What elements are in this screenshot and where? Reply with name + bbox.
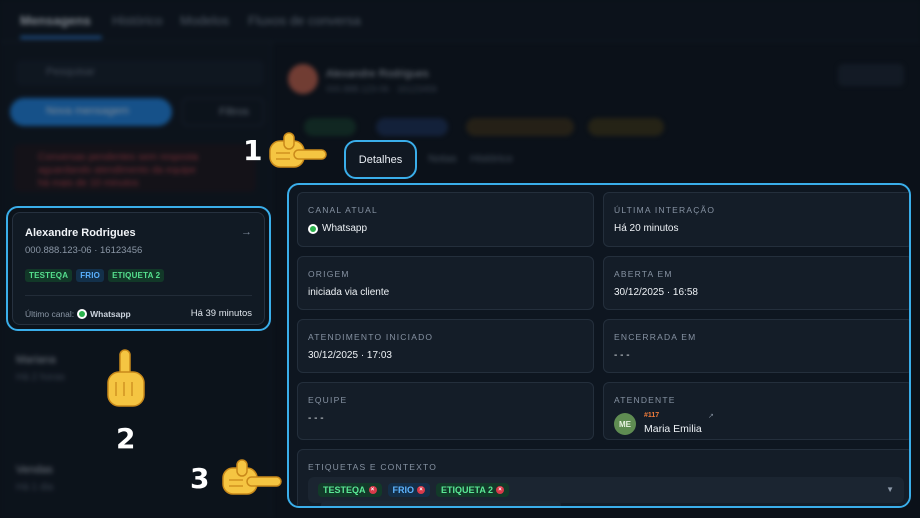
tab-historico[interactable]: Histórico	[112, 13, 163, 28]
contact-document: 000.888.123-06 · 16123456	[25, 245, 143, 256]
tag: TESTEQA ×	[318, 483, 382, 497]
arrow-right-icon[interactable]: →	[241, 226, 252, 238]
agent-id: #117	[644, 412, 660, 419]
whatsapp-icon	[77, 309, 88, 319]
field-encerrada-em: ENCERRADA EM - - -	[603, 319, 909, 373]
pointing-up-hand-icon	[107, 349, 145, 407]
whatsapp-icon	[308, 223, 318, 234]
tag: FRIO ×	[387, 483, 431, 497]
filter-button[interactable]: Filtros	[182, 98, 264, 126]
tag: TESTEQA	[25, 269, 73, 282]
tab-historico-conversa[interactable]: Histórico	[470, 153, 513, 165]
tag-list: TESTEQA FRIO ETIQUETA 2	[25, 269, 165, 282]
avatar: ME	[614, 413, 636, 435]
contact-name: Alexandre Rodrigues	[326, 68, 429, 80]
tag-list: TESTEQA × FRIO × ETIQUETA 2 ×	[318, 483, 510, 497]
pointing-hand-icon	[222, 459, 282, 495]
avatar	[288, 64, 318, 94]
field-origem: ORIGEM iniciada via cliente	[297, 256, 594, 310]
details-panel: CANAL ATUAL Whatsapp ÚLTIMA INTERAÇÃO Há…	[287, 183, 911, 508]
top-nav: Mensagens Histórico Modelos Fluxos de co…	[0, 0, 920, 42]
field-atendimento-iniciado: ATENDIMENTO INICIADO 30/12/2025 · 17:03	[297, 319, 594, 373]
close-conversation-button[interactable]	[838, 64, 904, 86]
annotation-number-3: 3	[190, 462, 210, 495]
remove-tag-icon[interactable]: ×	[496, 486, 505, 494]
last-channel: Último canal: Whatsapp	[25, 309, 131, 319]
field-atendente: ATENDENTE ME #117 ↗ Maria Emilia	[603, 382, 909, 440]
dropdown-menu	[321, 501, 561, 506]
status-badge	[466, 118, 574, 136]
status-badge	[376, 118, 448, 136]
tab-modelos[interactable]: Modelos	[180, 13, 229, 28]
remove-tag-icon[interactable]: ×	[417, 486, 426, 494]
field-canal-atual: CANAL ATUAL Whatsapp	[297, 192, 594, 247]
annotation-number-2: 2	[116, 422, 136, 455]
agent-name: Maria Emilia	[644, 423, 702, 435]
tags-select[interactable]: TESTEQA × FRIO × ETIQUETA 2 × ▼	[308, 477, 904, 503]
tab-notas[interactable]: Notas	[428, 153, 457, 165]
annotation-number-1: 1	[243, 134, 263, 167]
tag: FRIO	[76, 269, 105, 282]
field-equipe: EQUIPE - - -	[297, 382, 594, 440]
chevron-down-icon[interactable]: ▼	[886, 485, 894, 494]
conversation-card-body[interactable]: Alexandre Rodrigues → 000.888.123-06 · 1…	[12, 212, 265, 325]
status-badge	[588, 118, 664, 136]
field-ultima-interacao: ÚLTIMA INTERAÇÃO Há 20 minutos	[603, 192, 909, 247]
last-activity-time: Há 39 minutos	[190, 308, 252, 319]
divider	[25, 295, 252, 296]
external-link-icon[interactable]: ↗	[708, 412, 714, 420]
pointing-hand-icon	[269, 132, 327, 168]
contact-name: Alexandre Rodrigues	[25, 227, 136, 239]
tag: ETIQUETA 2	[108, 269, 165, 282]
contact-sub: 000.888.123-06 · 16123456	[326, 84, 438, 94]
tab-fluxos[interactable]: Fluxos de conversa	[248, 13, 361, 28]
alert-banner: Conversas pendentes sem resposta aguarda…	[14, 144, 256, 192]
conversation-card[interactable]: Alexandre Rodrigues → 000.888.123-06 · 1…	[6, 206, 271, 331]
remove-tag-icon[interactable]: ×	[368, 486, 377, 494]
field-aberta-em: ABERTA EM 30/12/2025 · 16:58	[603, 256, 909, 310]
tab-detalhes[interactable]: Detalhes	[344, 140, 417, 179]
tab-mensagens[interactable]: Mensagens	[20, 13, 91, 28]
new-message-button[interactable]: Nova mensagem	[10, 98, 172, 126]
field-etiquetas: ETIQUETAS E CONTEXTO TESTEQA × FRIO × ET…	[297, 449, 909, 506]
tag: ETIQUETA 2 ×	[436, 483, 510, 497]
search-input[interactable]: Pesquisar	[16, 60, 264, 86]
active-tab-indicator	[20, 36, 102, 39]
